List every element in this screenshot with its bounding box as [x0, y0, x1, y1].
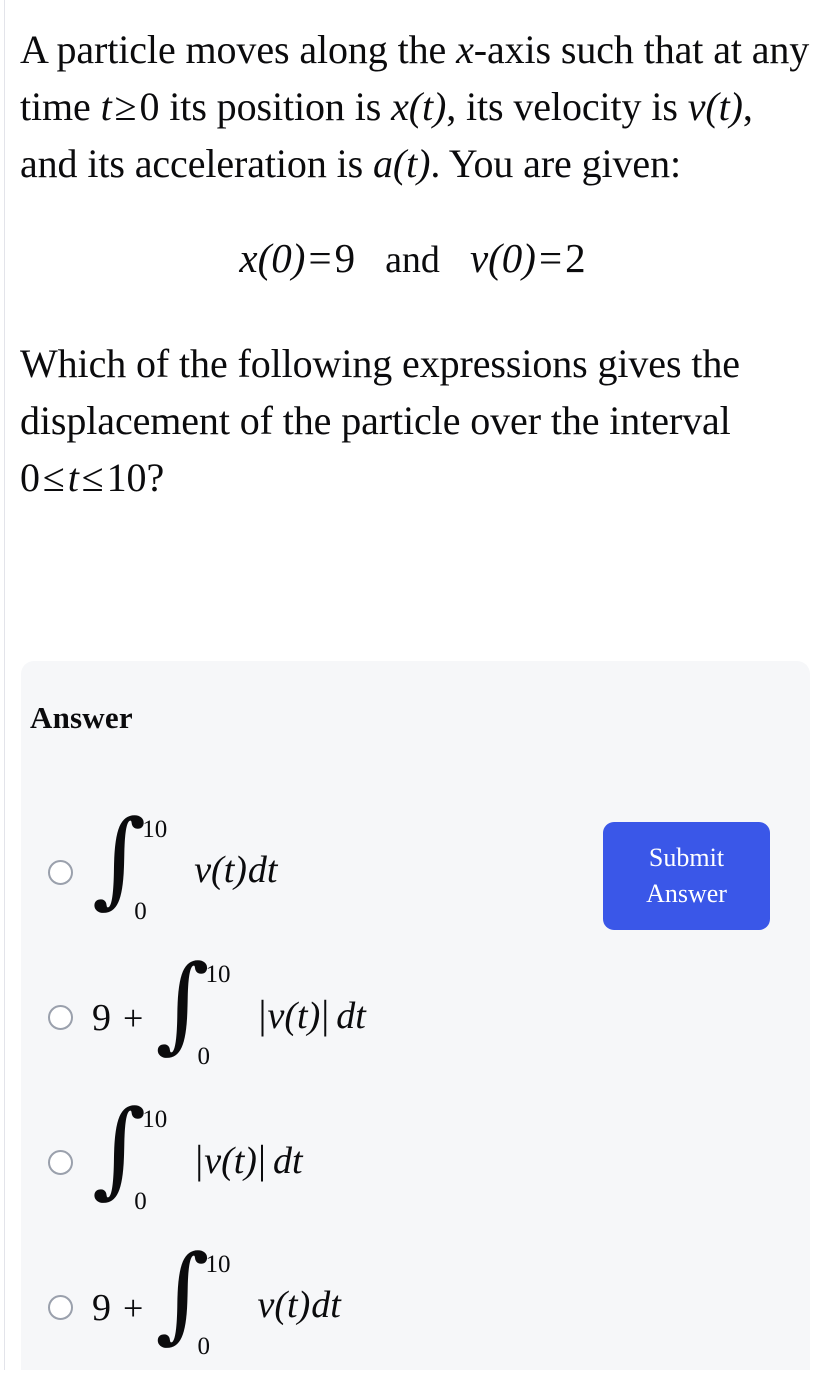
absolute-value-bar-left: |: [258, 992, 267, 1037]
integral-upper-limit: 10: [205, 1250, 231, 1278]
math-function-v-of-t: v(t): [687, 83, 743, 129]
submit-button-label-line-1: Submit: [648, 843, 725, 873]
integral-symbol-group-2: ∫ 10 0: [155, 950, 244, 1073]
answer-option-1[interactable]: ∫ 10 0 v(t)dt: [21, 800, 581, 945]
integrand-function: v(t): [194, 848, 247, 891]
equation-left-function: x(0): [239, 235, 306, 282]
submit-answer-button[interactable]: Submit Answer: [603, 822, 770, 930]
question-text-segment: ?: [146, 454, 165, 500]
interval-variable-t: t: [67, 454, 79, 500]
integral-sign-icon: ∫: [92, 796, 147, 919]
option-2-plus-operator: +: [123, 997, 144, 1038]
math-variable-x: x: [456, 27, 474, 72]
math-number-zero: 0: [139, 83, 160, 129]
integral-upper-limit: 10: [142, 815, 168, 843]
equation-right-value: 2: [565, 235, 586, 282]
math-relation-greater-equal: ≥: [114, 83, 137, 129]
option-3-integrand: |v(t)| dt: [194, 1136, 302, 1183]
integral-sign-icon: ∫: [155, 1231, 210, 1354]
differential: dt: [311, 1283, 341, 1326]
differential: dt: [247, 848, 278, 891]
integral-limits-1: 10 0: [134, 816, 180, 928]
math-variable-t: t: [100, 83, 112, 129]
differential: dt: [336, 995, 366, 1037]
absolute-value-bar-right: |: [257, 1137, 266, 1182]
option-4-leading-constant: 9: [92, 1286, 111, 1329]
option-2-expression: 9 + ∫ 10 0 |v(t)| dt: [92, 950, 366, 1073]
question-paragraph-1: A particle moves along the x-axis such t…: [0, 0, 825, 192]
option-1-integrand: v(t)dt: [194, 848, 277, 892]
radio-button-option-1[interactable]: [48, 860, 73, 885]
question-text-segment: Which of the following expressions gives…: [20, 340, 740, 443]
integral-lower-limit: 0: [134, 1187, 147, 1215]
differential: dt: [272, 1140, 303, 1182]
math-function-x-of-t: x(t): [391, 83, 447, 129]
submit-button-label-line-2: Answer: [646, 879, 727, 908]
math-function-a-of-t: a(t): [373, 140, 431, 186]
answer-option-4[interactable]: 9 + ∫ 10 0 v(t)dt: [21, 1235, 581, 1380]
question-text-segment: , its velocity is: [446, 83, 688, 129]
option-4-plus-operator: +: [123, 1287, 144, 1328]
radio-button-option-3[interactable]: [48, 1150, 73, 1175]
equation-left-equals: =: [308, 235, 332, 282]
integral-symbol-group-4: ∫ 10 0: [155, 1240, 244, 1363]
question-text-segment: its position is: [159, 83, 392, 129]
question-text-segment: . You are given:: [430, 140, 681, 186]
question-text-segment: A particle moves along the: [20, 27, 457, 72]
equation-conjunction: and: [385, 239, 440, 282]
integrand-function: v(t): [204, 1140, 257, 1182]
option-4-integrand: v(t)dt: [258, 1283, 341, 1327]
integral-lower-limit: 0: [134, 897, 147, 925]
integral-limits-3: 10 0: [134, 1106, 180, 1218]
radio-button-option-4[interactable]: [48, 1295, 73, 1320]
question-content: A particle moves along the x-axis such t…: [0, 0, 825, 506]
integral-limits-2: 10 0: [198, 961, 244, 1073]
integral-symbol-group-1: ∫ 10 0: [92, 805, 180, 928]
math-relation-less-equal-2: ≤: [81, 454, 104, 500]
option-2-leading-constant: 9: [92, 996, 111, 1039]
option-3-expression: ∫ 10 0 |v(t)| dt: [92, 1095, 303, 1218]
integrand-function: v(t): [257, 1283, 311, 1326]
answer-option-3[interactable]: ∫ 10 0 |v(t)| dt: [21, 1090, 581, 1235]
radio-button-option-2[interactable]: [48, 1005, 73, 1030]
integral-sign-icon: ∫: [92, 1086, 147, 1209]
math-relation-less-equal-1: ≤: [42, 454, 65, 500]
option-1-expression: ∫ 10 0 v(t)dt: [92, 805, 277, 928]
integral-sign-icon: ∫: [155, 941, 210, 1064]
submit-button-label: Submit Answer: [646, 840, 727, 912]
integral-limits-4: 10 0: [198, 1251, 244, 1363]
equation-right-function: v(0): [469, 235, 536, 282]
integral-upper-limit: 10: [142, 1105, 168, 1133]
equation-left-value: 9: [334, 235, 356, 282]
equation-right-equals: =: [538, 235, 563, 282]
option-2-integrand: |v(t)| dt: [258, 991, 366, 1038]
interval-upper-bound: 10: [106, 454, 147, 500]
answer-option-2[interactable]: 9 + ∫ 10 0 |v(t)| dt: [21, 945, 581, 1090]
integral-lower-limit: 0: [197, 1332, 211, 1360]
absolute-value-bar-right: |: [321, 992, 330, 1037]
answer-options-group: ∫ 10 0 v(t)dt 9 + ∫ 10 0 |v(t)| dt ∫ 10 …: [21, 800, 581, 1380]
integral-lower-limit: 0: [197, 1042, 211, 1070]
integrand-function: v(t): [267, 995, 321, 1037]
integral-upper-limit: 10: [205, 960, 231, 988]
question-paragraph-2: Which of the following expressions gives…: [0, 324, 825, 506]
answer-section-title: Answer: [30, 700, 133, 735]
option-4-expression: 9 + ∫ 10 0 v(t)dt: [92, 1240, 341, 1363]
interval-lower-bound: 0: [20, 454, 40, 500]
given-conditions-equation: x(0)=9 and v(0)=2: [0, 192, 825, 324]
integral-symbol-group-3: ∫ 10 0: [92, 1095, 180, 1218]
absolute-value-bar-left: |: [195, 1137, 204, 1182]
